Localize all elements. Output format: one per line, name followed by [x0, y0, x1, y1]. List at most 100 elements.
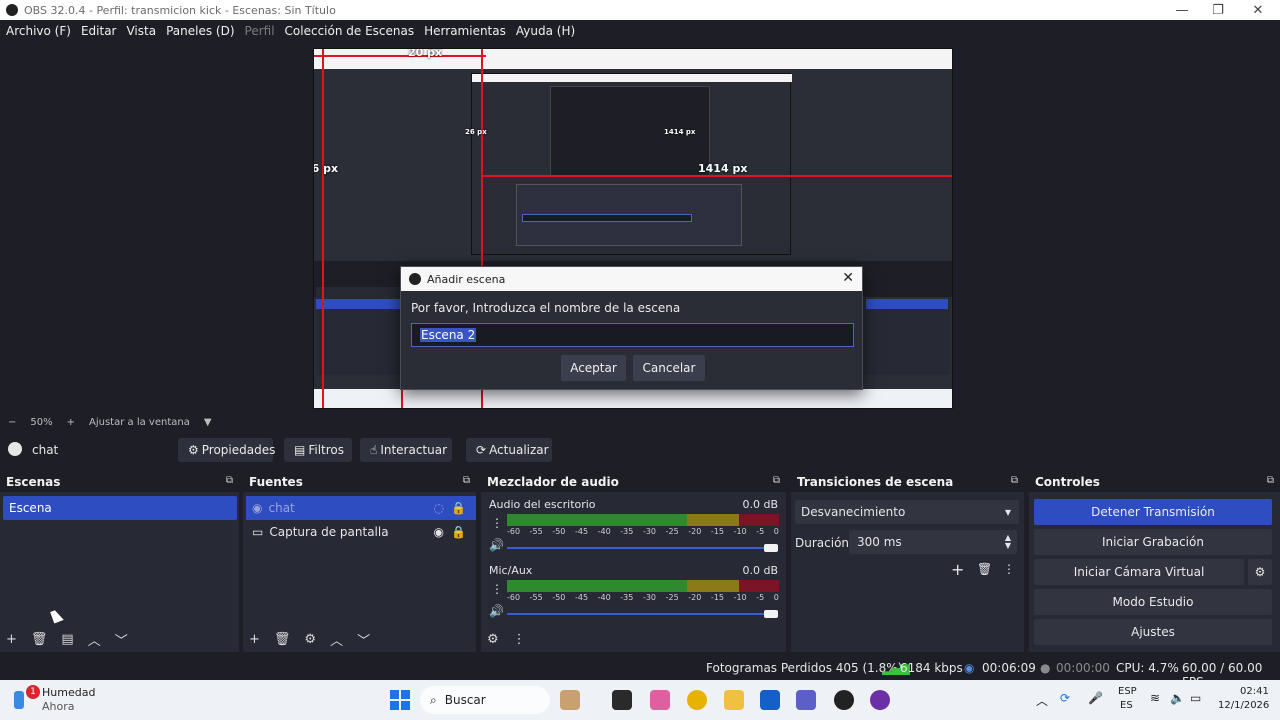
wifi-icon[interactable]: ≋ — [1150, 691, 1160, 705]
app-icon[interactable] — [870, 690, 890, 710]
controls-title: Controles — [1029, 472, 1280, 492]
arrow-down-icon[interactable]: ﹀ — [357, 630, 370, 649]
chevron-up-icon[interactable]: ︿ — [1036, 692, 1048, 709]
mixer-title: Mezclador de audio — [481, 472, 786, 492]
settings-button[interactable]: Ajustes — [1034, 619, 1272, 645]
stop-streaming-button[interactable]: Detener Transmisión — [1034, 499, 1272, 525]
spin-arrows-icon[interactable]: ▲ ▼ — [1005, 534, 1011, 550]
minimize-button[interactable]: — — [1162, 0, 1202, 20]
menu-edit[interactable]: Editar — [81, 24, 117, 38]
undock-icon[interactable]: ⧉ — [226, 475, 233, 486]
menu-view[interactable]: Vista — [126, 24, 156, 38]
battery-icon[interactable]: ▭ — [1190, 691, 1201, 705]
menu-docks[interactable]: Paneles (D) — [166, 24, 234, 38]
volume-slider[interactable] — [507, 613, 771, 615]
volume-icon[interactable]: 🔈 — [1170, 691, 1185, 705]
source-item-chat[interactable]: ◉ chat ◌ 🔒 — [246, 496, 476, 520]
undock-icon[interactable]: ⧉ — [1011, 475, 1018, 486]
language-code[interactable]: ESP — [1118, 686, 1137, 697]
trash-icon[interactable]: 🗑 — [274, 632, 291, 647]
zoom-in-button[interactable]: + — [67, 417, 75, 428]
refresh-button[interactable]: ⟳ Actualizar — [466, 438, 552, 462]
gear-icon[interactable]: ⚙ — [304, 632, 316, 647]
taskbar-search[interactable]: ⌕ Buscar — [420, 686, 550, 714]
eye-hidden-icon[interactable]: ◌ — [434, 501, 444, 515]
volume-slider[interactable] — [507, 547, 771, 549]
menu-tools[interactable]: Herramientas — [424, 24, 506, 38]
undock-icon[interactable]: ⧉ — [773, 475, 780, 486]
store-icon[interactable] — [760, 690, 780, 710]
add-icon[interactable]: + — [951, 560, 964, 579]
menu-profile[interactable]: Perfil — [245, 24, 275, 38]
arrow-down-icon[interactable]: ﹀ — [115, 630, 128, 649]
menu-scene-collection[interactable]: Colección de Escenas — [285, 24, 415, 38]
properties-button[interactable]: ⚙ Propiedades — [178, 438, 275, 462]
lock-icon[interactable]: 🔒 — [451, 525, 466, 539]
kebab-menu-icon[interactable]: ⋮ — [491, 516, 503, 530]
volume-slider-handle[interactable] — [764, 544, 778, 552]
source-item-screen-capture[interactable]: ▭ Captura de pantalla ◉ 🔒 — [246, 520, 476, 544]
clock-time[interactable]: 02:41 — [1240, 686, 1269, 697]
undock-icon[interactable]: ⧉ — [463, 475, 470, 486]
teams-icon[interactable] — [796, 690, 816, 710]
obs-taskbar-icon[interactable] — [834, 690, 854, 710]
dialog-close-icon[interactable]: ✕ — [842, 270, 854, 286]
kebab-menu-icon[interactable]: ⋮ — [491, 582, 503, 596]
chrome-icon[interactable] — [687, 690, 707, 710]
file-viewer-icon[interactable] — [612, 690, 632, 710]
menu-file[interactable]: Archivo (F) — [6, 24, 71, 38]
volume-meter — [507, 514, 779, 526]
speaker-icon[interactable]: 🔊 — [489, 604, 504, 618]
microphone-icon[interactable]: 🎤 — [1088, 691, 1103, 705]
gear-icon[interactable]: ⚙ — [1248, 559, 1272, 585]
chevron-down-icon: ▾ — [1004, 505, 1011, 519]
close-window-button[interactable]: ✕ — [1238, 0, 1278, 20]
sources-dock: Fuentes ⧉ ◉ chat ◌ 🔒 ▭ Captura de pantal… — [243, 472, 476, 652]
add-icon[interactable]: + — [249, 632, 260, 647]
search-highlight-icon[interactable] — [560, 690, 580, 710]
trash-icon[interactable]: 🗑 — [977, 562, 992, 576]
undock-icon[interactable]: ⧉ — [1267, 475, 1274, 486]
kebab-menu-icon[interactable]: ⋮ — [1003, 562, 1015, 576]
duration-spinbox[interactable]: 300 ms ▲ ▼ — [849, 530, 1017, 554]
keyboard-layout[interactable]: ES — [1120, 700, 1133, 711]
windows-start-icon[interactable] — [390, 690, 410, 710]
browser-source-icon: ◉ — [252, 501, 263, 515]
arrow-up-icon[interactable]: ︿ — [88, 630, 101, 649]
weather-widget[interactable]: 1 — [14, 685, 40, 709]
scene-name-input[interactable]: Escena 2 — [411, 323, 854, 347]
maximize-button[interactable]: ❐ — [1198, 0, 1238, 20]
transition-select[interactable]: Desvanecimiento ▾ — [795, 500, 1019, 524]
add-icon[interactable]: + — [6, 632, 17, 647]
studio-mode-button[interactable]: Modo Estudio — [1034, 589, 1272, 615]
eye-icon[interactable]: ◉ — [434, 525, 444, 539]
filter-icon[interactable]: ▤ — [61, 632, 73, 647]
guide-line-left — [322, 49, 324, 408]
folder-icon[interactable] — [724, 690, 744, 710]
scene-item[interactable]: Escena — [3, 496, 237, 520]
cancel-button[interactable]: Cancelar — [633, 355, 705, 381]
fit-window-dropdown[interactable]: Ajustar a la ventana — [89, 417, 190, 428]
sync-icon[interactable]: ⟳ — [1060, 691, 1070, 705]
start-virtual-camera-button[interactable]: Iniciar Cámara Virtual — [1034, 559, 1244, 585]
trash-icon[interactable]: 🗑 — [31, 632, 48, 647]
clock-date[interactable]: 12/1/2026 — [1218, 700, 1269, 711]
volume-slider-handle[interactable] — [764, 610, 778, 618]
bitrate: 6184 kbps — [900, 661, 963, 675]
accept-button[interactable]: Aceptar — [561, 355, 626, 381]
start-recording-button[interactable]: Iniciar Grabación — [1034, 529, 1272, 555]
obs-logo-icon — [409, 273, 421, 285]
scene-name-value: Escena 2 — [420, 328, 477, 342]
zoom-out-button[interactable]: − — [8, 417, 16, 428]
copilot-icon[interactable] — [650, 690, 670, 710]
advanced-audio-icon[interactable]: ⚙ — [487, 632, 499, 647]
filter-icon: ▤ — [294, 443, 306, 457]
speaker-icon[interactable]: 🔊 — [489, 538, 504, 552]
filters-button[interactable]: ▤ Filtros — [284, 438, 352, 462]
lock-icon[interactable]: 🔒 — [451, 501, 466, 515]
chevron-down-icon[interactable]: ▼ — [204, 417, 212, 428]
arrow-up-icon[interactable]: ︿ — [330, 630, 343, 649]
menu-help[interactable]: Ayuda (H) — [516, 24, 575, 38]
kebab-menu-icon[interactable]: ⋮ — [513, 632, 526, 647]
interact-button[interactable]: ☝ Interactuar — [360, 438, 452, 462]
